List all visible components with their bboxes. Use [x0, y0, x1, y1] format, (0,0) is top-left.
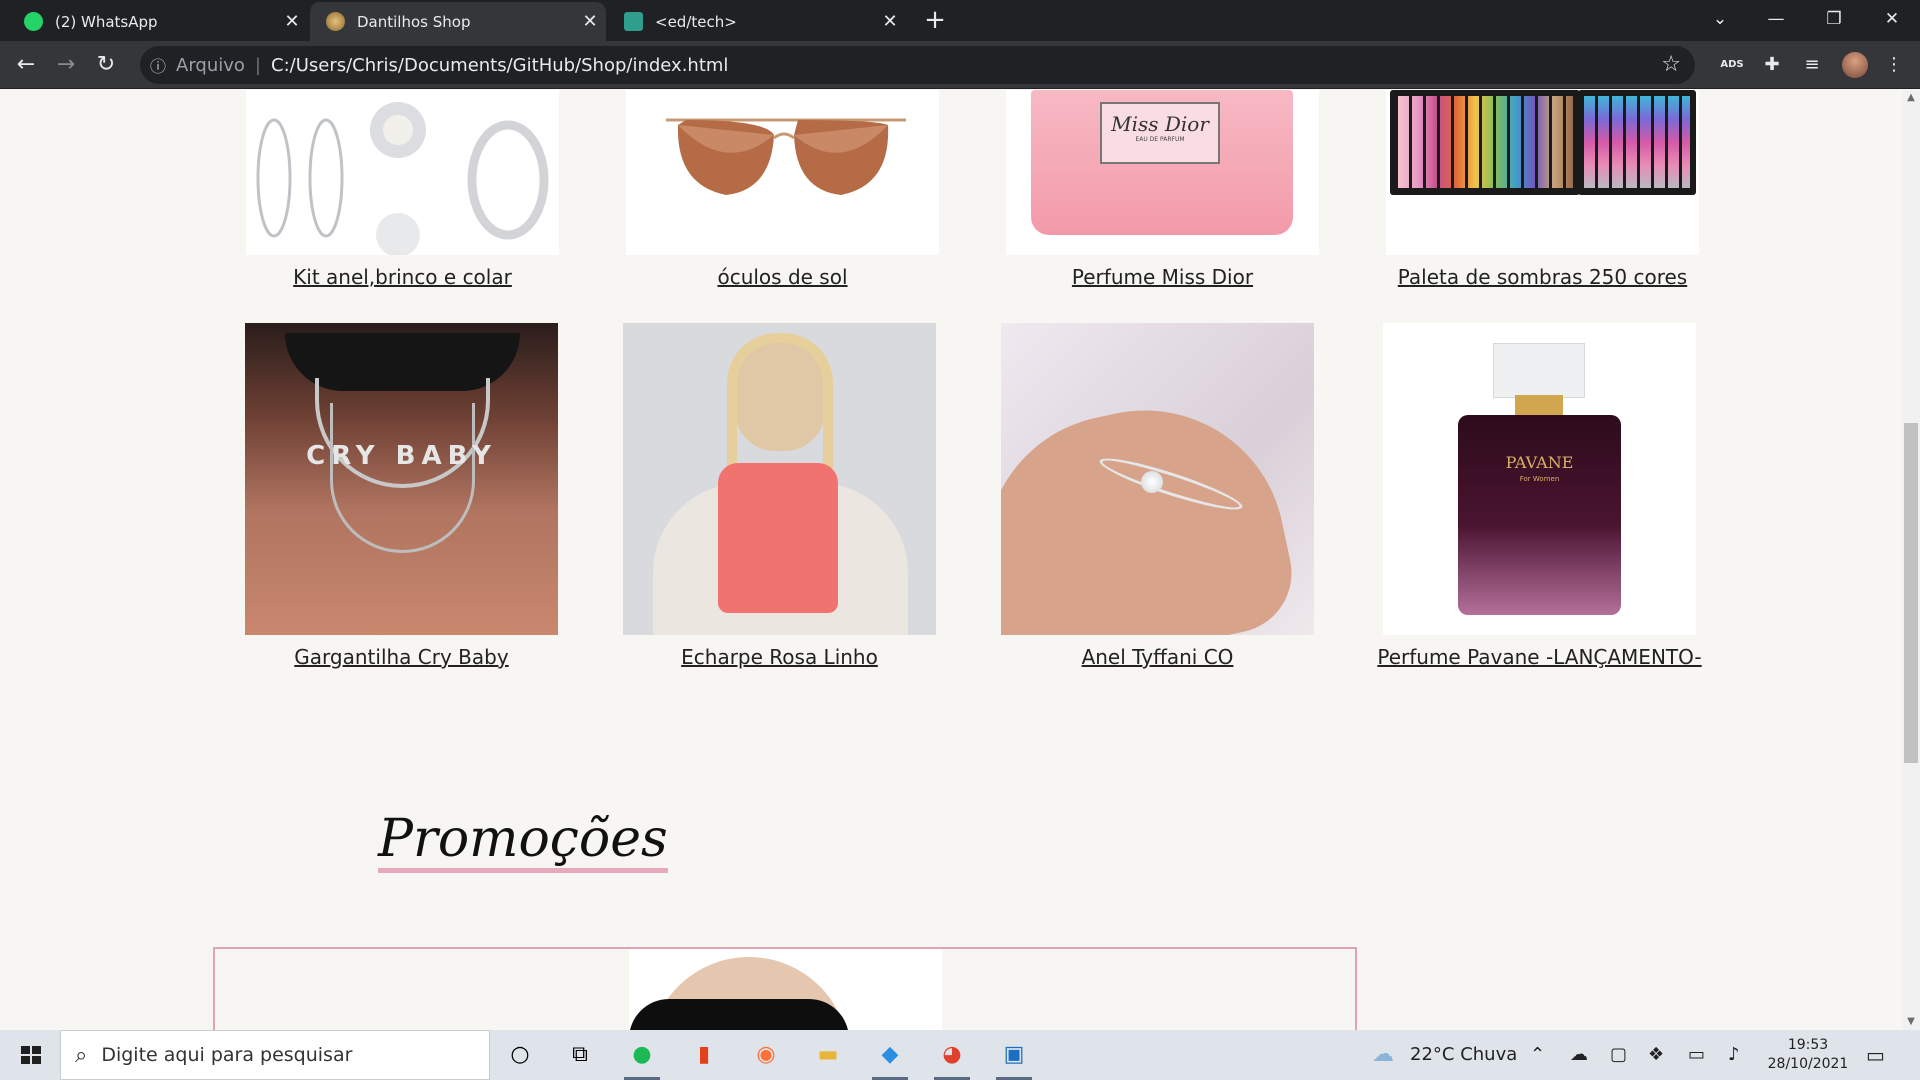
- clock-time: 19:53: [1787, 1037, 1829, 1053]
- product-name-link[interactable]: Echarpe Rosa Linho: [583, 645, 976, 669]
- office-icon[interactable]: ▮: [682, 1035, 726, 1075]
- dantilhos-favicon-icon: [326, 12, 345, 31]
- windows-start-icon[interactable]: [8, 1030, 54, 1080]
- spotify-icon[interactable]: ●: [620, 1035, 664, 1080]
- taskbar-search-box[interactable]: ⌕ Digite aqui para pesquisar: [60, 1030, 490, 1080]
- tab-title: Dantilhos Shop: [357, 12, 471, 31]
- edtech-favicon-icon: [624, 12, 643, 31]
- extensions-puzzle-icon[interactable]: ✚: [1758, 51, 1786, 79]
- media-control-icon[interactable]: ≡: [1798, 51, 1826, 79]
- product-name-link[interactable]: óculos de sol: [586, 265, 979, 289]
- dropbox-icon[interactable]: ❖: [1648, 1030, 1664, 1080]
- close-tab-icon[interactable]: ✕: [574, 11, 606, 32]
- browser-toolbar: ← → ↻ ⓘ Arquivo | C:/Users/Chris/Documen…: [0, 41, 1920, 89]
- pavane-sub: For Women: [1519, 475, 1560, 483]
- minimize-button[interactable]: —: [1748, 0, 1804, 38]
- scrollbar-thumb[interactable]: [1904, 423, 1918, 763]
- tab-title: (2) WhatsApp: [55, 12, 158, 31]
- restore-button[interactable]: ❐: [1806, 0, 1862, 38]
- whatsapp-icon: [24, 12, 43, 31]
- browser-tab-bar: (2) WhatsApp ✕ Dantilhos Shop ✕ <ed/tech…: [0, 0, 1920, 41]
- promotions-heading: Promoções: [378, 810, 668, 873]
- onedrive-icon[interactable]: ☁: [1570, 1030, 1588, 1080]
- back-button[interactable]: ←: [8, 47, 44, 83]
- product-image-miss-dior[interactable]: Miss Dior EAU DE PARFUM: [1006, 90, 1319, 255]
- page-scrollbar[interactable]: ▲ ▼: [1902, 90, 1920, 1030]
- product-image-jewelry-kit[interactable]: [246, 90, 559, 255]
- new-tab-button[interactable]: +: [920, 2, 950, 38]
- battery-icon[interactable]: ▭: [1688, 1030, 1705, 1080]
- bookmark-star-icon[interactable]: ☆: [1661, 46, 1681, 84]
- cortana-circle-icon[interactable]: ○: [498, 1035, 542, 1075]
- tab-edtech[interactable]: <ed/tech> ✕: [608, 2, 906, 41]
- scheme-label: Arquivo: [176, 54, 245, 76]
- scroll-down-arrow-icon[interactable]: ▼: [1902, 1014, 1920, 1030]
- volume-icon[interactable]: ♪: [1728, 1030, 1740, 1080]
- weather-text[interactable]: 22°C Chuva: [1410, 1030, 1517, 1080]
- meet-now-icon[interactable]: ▢: [1610, 1030, 1627, 1080]
- taskbar-clock[interactable]: 19:53 28/10/2021: [1760, 1036, 1856, 1074]
- product-image-eyeshadow-palette[interactable]: [1386, 90, 1699, 255]
- reload-button[interactable]: ↻: [88, 47, 124, 83]
- tray-chevron-up-icon[interactable]: ⌃: [1530, 1030, 1545, 1080]
- close-tab-icon[interactable]: ✕: [276, 11, 308, 32]
- chrome-icon[interactable]: ◕: [930, 1035, 974, 1080]
- clock-date: 28/10/2021: [1767, 1056, 1849, 1072]
- profile-avatar[interactable]: [1842, 52, 1868, 78]
- search-icon: ⌕: [75, 1042, 88, 1068]
- product-name-link[interactable]: Kit anel,brinco e colar: [206, 265, 599, 289]
- tab-search-chevron-icon[interactable]: ⌄: [1692, 0, 1748, 38]
- product-name-link[interactable]: Perfume Miss Dior: [966, 265, 1359, 289]
- notifications-icon[interactable]: ▭: [1866, 1030, 1885, 1080]
- product-image-scarf[interactable]: [623, 323, 936, 635]
- product-image-choker[interactable]: CRY BABY: [245, 323, 558, 635]
- tab-whatsapp[interactable]: (2) WhatsApp ✕: [0, 2, 308, 41]
- address-bar[interactable]: ⓘ Arquivo | C:/Users/Chris/Documents/Git…: [140, 46, 1695, 84]
- choker-letters: CRY BABY: [306, 441, 497, 471]
- task-view-icon[interactable]: ⧉: [558, 1035, 602, 1075]
- search-placeholder: Digite aqui para pesquisar: [101, 1044, 353, 1066]
- promotions-container: [213, 947, 1357, 1030]
- scroll-up-arrow-icon[interactable]: ▲: [1902, 90, 1920, 106]
- product-name-link[interactable]: Anel Tyffani CO: [961, 645, 1354, 669]
- product-image-sunglasses[interactable]: [626, 90, 939, 255]
- address-divider: |: [254, 54, 261, 76]
- product-image-pavane[interactable]: PAVANE For Women: [1383, 323, 1696, 635]
- pavane-label: PAVANE: [1505, 453, 1574, 472]
- firefox-icon[interactable]: ◉: [744, 1035, 788, 1075]
- miss-dior-sub: EAU DE PARFUM: [1135, 136, 1185, 143]
- close-tab-icon[interactable]: ✕: [874, 11, 906, 32]
- windows-taskbar: ⌕ Digite aqui para pesquisar ○ ⧉ ● ▮ ◉ ▬…: [0, 1030, 1920, 1080]
- photos-icon[interactable]: ▣: [992, 1035, 1036, 1080]
- product-name-link[interactable]: Perfume Pavane -LANÇAMENTO-: [1343, 645, 1736, 669]
- url-text[interactable]: C:/Users/Chris/Documents/GitHub/Shop/ind…: [271, 55, 728, 76]
- miss-dior-label: Miss Dior: [1111, 112, 1209, 136]
- product-name-link[interactable]: Gargantilha Cry Baby: [205, 645, 598, 669]
- menu-kebab-icon[interactable]: ⋮: [1880, 51, 1908, 79]
- tab-dantilhos-shop[interactable]: Dantilhos Shop ✕: [310, 2, 606, 41]
- promo-product-image-sleep-mask[interactable]: [629, 949, 942, 1030]
- page-viewport: Kit anel,brinco e colar óculos de sol Mi…: [0, 90, 1900, 1030]
- tab-title: <ed/tech>: [655, 12, 737, 31]
- product-image-ring[interactable]: [1001, 323, 1314, 635]
- forward-button[interactable]: →: [48, 47, 84, 83]
- info-icon[interactable]: ⓘ: [150, 53, 166, 77]
- weather-cloud-icon[interactable]: ☁: [1372, 1030, 1394, 1080]
- vscode-icon[interactable]: ◆: [868, 1035, 912, 1080]
- ads-extension-icon[interactable]: ADS: [1718, 51, 1746, 79]
- close-window-button[interactable]: ✕: [1864, 0, 1920, 38]
- product-name-link[interactable]: Paleta de sombras 250 cores: [1346, 265, 1739, 289]
- file-explorer-icon[interactable]: ▬: [806, 1035, 850, 1075]
